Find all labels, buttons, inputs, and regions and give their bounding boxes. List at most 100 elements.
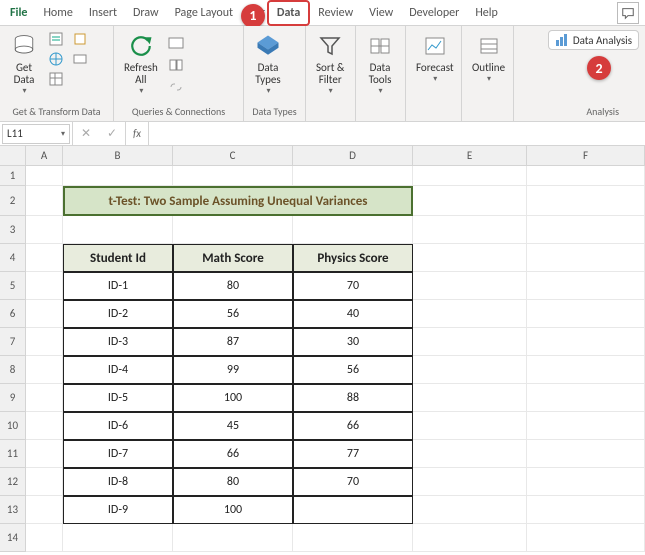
get-data-button[interactable]: Get Data ▾ bbox=[6, 30, 42, 98]
col-header[interactable]: F bbox=[527, 146, 645, 166]
select-all-corner[interactable] bbox=[0, 146, 26, 166]
cell[interactable] bbox=[173, 166, 293, 186]
cell[interactable] bbox=[26, 166, 63, 186]
comments-icon[interactable] bbox=[617, 2, 639, 24]
spreadsheet-grid[interactable]: A B C D E F 1 2 t-Test: Two Sample Assum… bbox=[0, 146, 645, 552]
cell[interactable] bbox=[26, 216, 63, 244]
cell[interactable] bbox=[527, 186, 645, 216]
cell[interactable] bbox=[63, 524, 173, 552]
table-cell[interactable]: ID-7 bbox=[63, 440, 173, 468]
row-header[interactable]: 6 bbox=[0, 300, 26, 328]
cell[interactable] bbox=[413, 384, 527, 412]
from-table-icon[interactable] bbox=[46, 70, 66, 88]
sort-filter-button[interactable]: Sort & Filter ▾ bbox=[312, 30, 348, 98]
table-cell[interactable]: ID-1 bbox=[63, 272, 173, 300]
cell[interactable] bbox=[293, 524, 413, 552]
table-cell[interactable]: 88 bbox=[293, 384, 413, 412]
cell[interactable] bbox=[527, 216, 645, 244]
row-header[interactable]: 9 bbox=[0, 384, 26, 412]
title-cell[interactable]: t-Test: Two Sample Assuming Unequal Vari… bbox=[63, 186, 413, 216]
table-cell[interactable]: 40 bbox=[293, 300, 413, 328]
from-text-icon[interactable] bbox=[46, 30, 66, 48]
table-cell[interactable]: 70 bbox=[293, 272, 413, 300]
cell[interactable] bbox=[527, 496, 645, 524]
cell[interactable] bbox=[527, 244, 645, 272]
cell[interactable] bbox=[293, 216, 413, 244]
col-header[interactable]: E bbox=[413, 146, 527, 166]
cell[interactable] bbox=[527, 440, 645, 468]
table-cell[interactable]: 56 bbox=[173, 300, 293, 328]
queries-icon[interactable] bbox=[166, 34, 186, 52]
cell[interactable] bbox=[173, 524, 293, 552]
cell[interactable] bbox=[413, 524, 527, 552]
table-cell[interactable]: 30 bbox=[293, 328, 413, 356]
file-tab[interactable]: File bbox=[2, 2, 35, 24]
data-analysis-button[interactable]: Data Analysis bbox=[548, 30, 639, 50]
cell[interactable] bbox=[63, 166, 173, 186]
cell[interactable] bbox=[26, 300, 63, 328]
cell[interactable] bbox=[26, 356, 63, 384]
cell[interactable] bbox=[413, 166, 527, 186]
row-header[interactable]: 12 bbox=[0, 468, 26, 496]
table-cell[interactable]: 66 bbox=[173, 440, 293, 468]
cell[interactable] bbox=[413, 412, 527, 440]
cell[interactable] bbox=[26, 468, 63, 496]
cell[interactable] bbox=[413, 468, 527, 496]
name-box[interactable]: L11 ▾ bbox=[2, 124, 70, 144]
data-types-button[interactable]: Data Types ▾ bbox=[250, 30, 286, 98]
table-cell[interactable]: ID-5 bbox=[63, 384, 173, 412]
cell[interactable] bbox=[527, 328, 645, 356]
cell[interactable] bbox=[413, 356, 527, 384]
cell[interactable] bbox=[26, 272, 63, 300]
cell[interactable] bbox=[413, 496, 527, 524]
cell[interactable] bbox=[173, 216, 293, 244]
table-cell[interactable]: ID-4 bbox=[63, 356, 173, 384]
cell[interactable] bbox=[413, 216, 527, 244]
cell[interactable] bbox=[26, 328, 63, 356]
enter-icon[interactable]: ✓ bbox=[99, 126, 125, 141]
table-cell[interactable]: 100 bbox=[173, 384, 293, 412]
table-header[interactable]: Student Id bbox=[63, 244, 173, 272]
properties-icon[interactable] bbox=[166, 56, 186, 74]
cell[interactable] bbox=[527, 384, 645, 412]
from-web-icon[interactable] bbox=[46, 50, 66, 68]
row-header[interactable]: 8 bbox=[0, 356, 26, 384]
cancel-icon[interactable]: ✕ bbox=[73, 126, 99, 141]
table-cell[interactable] bbox=[293, 496, 413, 524]
row-header[interactable]: 4 bbox=[0, 244, 26, 272]
table-cell[interactable]: ID-2 bbox=[63, 300, 173, 328]
outline-button[interactable]: Outline ▾ bbox=[468, 30, 509, 86]
cell[interactable] bbox=[26, 186, 63, 216]
tab-pagelayout[interactable]: Page Layout bbox=[167, 2, 241, 24]
cell[interactable] bbox=[63, 216, 173, 244]
cell[interactable] bbox=[527, 356, 645, 384]
cell[interactable] bbox=[26, 524, 63, 552]
row-header[interactable]: 11 bbox=[0, 440, 26, 468]
forecast-button[interactable]: Forecast ▾ bbox=[412, 30, 458, 86]
row-header[interactable]: 10 bbox=[0, 412, 26, 440]
fx-icon[interactable]: fx bbox=[125, 122, 149, 145]
tab-help[interactable]: Help bbox=[467, 2, 506, 24]
cell[interactable] bbox=[413, 186, 527, 216]
cell[interactable] bbox=[26, 496, 63, 524]
tab-data[interactable]: Data bbox=[267, 0, 310, 26]
table-cell[interactable]: ID-8 bbox=[63, 468, 173, 496]
cell[interactable] bbox=[26, 384, 63, 412]
table-cell[interactable]: 99 bbox=[173, 356, 293, 384]
row-header[interactable]: 2 bbox=[0, 186, 26, 216]
tab-home[interactable]: Home bbox=[35, 2, 80, 24]
cell[interactable] bbox=[413, 244, 527, 272]
table-cell[interactable]: 77 bbox=[293, 440, 413, 468]
edit-links-icon[interactable] bbox=[166, 78, 186, 96]
tab-developer[interactable]: Developer bbox=[401, 2, 467, 24]
row-header[interactable]: 1 bbox=[0, 166, 26, 186]
cell[interactable] bbox=[413, 328, 527, 356]
cell[interactable] bbox=[527, 524, 645, 552]
cell[interactable] bbox=[413, 440, 527, 468]
table-cell[interactable]: 70 bbox=[293, 468, 413, 496]
table-cell[interactable]: 80 bbox=[173, 272, 293, 300]
row-header[interactable]: 7 bbox=[0, 328, 26, 356]
cell[interactable] bbox=[293, 166, 413, 186]
table-cell[interactable]: ID-3 bbox=[63, 328, 173, 356]
refresh-all-button[interactable]: Refresh All ▾ bbox=[120, 30, 162, 98]
